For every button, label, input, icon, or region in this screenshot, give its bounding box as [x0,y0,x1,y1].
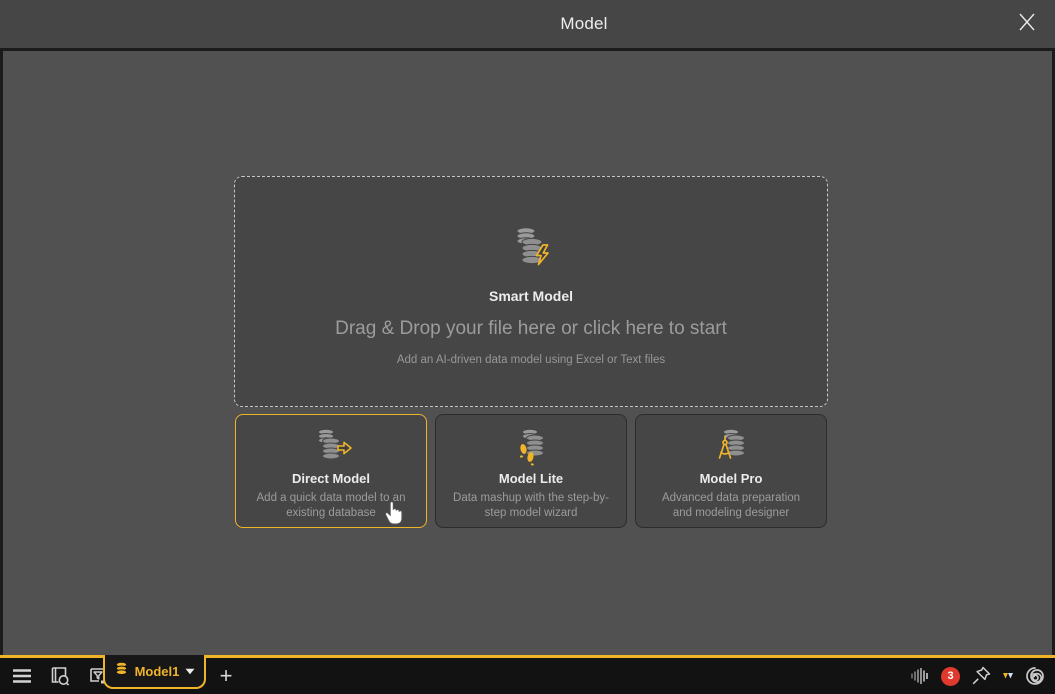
smart-model-database-lightning-icon [505,221,557,278]
dialog-body: Smart Model Drag & Drop your file here o… [0,48,1055,656]
model-dialog-window: Model [0,0,1055,694]
card-description: Advanced data preparation and modeling d… [636,491,826,521]
card-title: Direct Model [292,471,370,486]
report-search-icon[interactable] [48,664,72,688]
database-arrow-icon [308,423,354,469]
dropzone-sub-text: Add an AI-driven data model using Excel … [397,354,665,366]
dropzone-main-text: Drag & Drop your file here or click here… [335,318,727,340]
tab-database-icon [114,661,129,681]
dropdown-arrow-icon[interactable] [1002,664,1014,688]
dialog-titlebar: Model [0,0,1055,48]
smart-model-dropzone[interactable]: Smart Model Drag & Drop your file here o… [234,176,828,407]
notification-badge[interactable]: 3 [941,667,960,686]
hamburger-menu-icon[interactable] [10,664,34,688]
spiral-logo-icon[interactable] [1023,664,1047,688]
tab-label: Model1 [135,664,180,679]
card-description: Data mashup with the step-by-step model … [436,491,626,521]
card-description: Add a quick data model to an existing da… [236,491,426,521]
striped-pyramid-icon[interactable] [908,664,932,688]
card-title: Model Pro [700,471,763,486]
model1-tab[interactable]: Model1 [103,655,206,689]
taskbar-right-icons: 3 [908,662,1047,690]
add-model-tab-button[interactable]: + [212,661,240,691]
dialog-title: Model [560,14,607,34]
taskbar-left-icons [10,662,110,690]
model-card-lite[interactable]: Model Lite Data mashup with the step-by-… [435,414,627,528]
model-card-pro[interactable]: Model Pro Advanced data preparation and … [635,414,827,528]
database-compass-icon [708,423,754,469]
model-cards-row: Direct Model Add a quick data model to a… [235,414,827,528]
close-icon [1017,12,1037,37]
dropzone-title: Smart Model [489,288,573,304]
database-footsteps-icon [508,423,554,469]
close-button[interactable] [1013,10,1041,38]
pin-icon[interactable] [969,664,993,688]
chevron-down-icon [185,662,195,680]
card-title: Model Lite [499,471,563,486]
model-card-direct[interactable]: Direct Model Add a quick data model to a… [235,414,427,528]
